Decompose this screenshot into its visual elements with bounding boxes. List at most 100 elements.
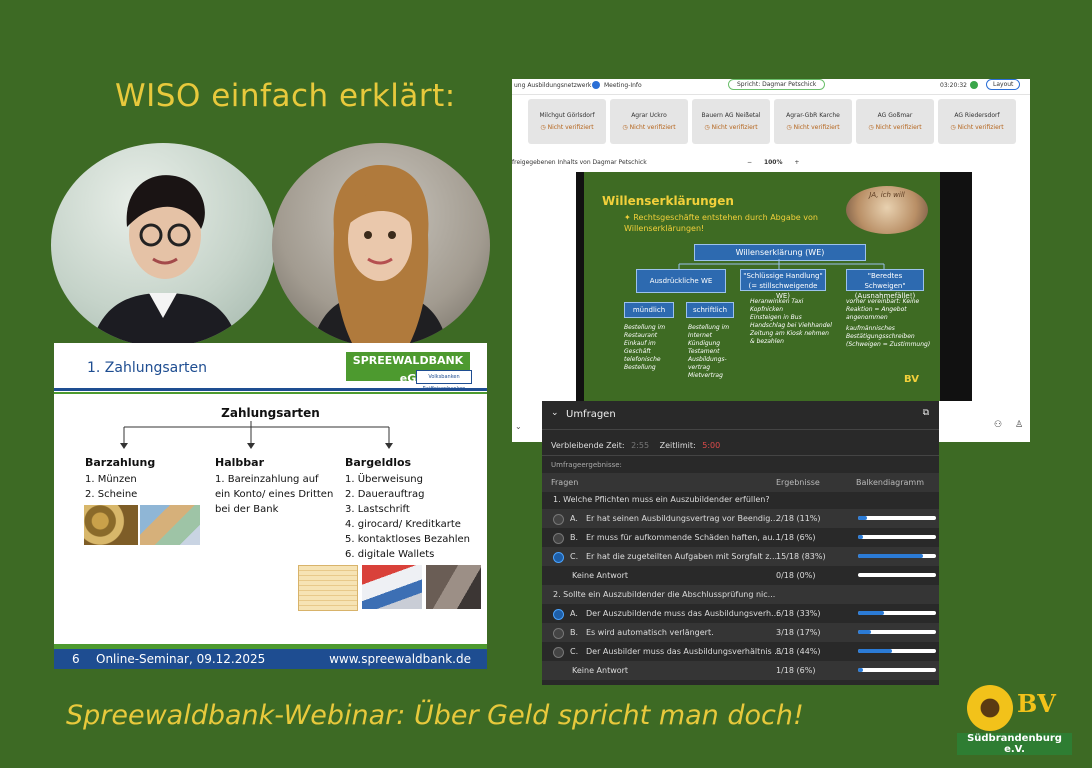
layout-button[interactable]: Layout <box>986 79 1021 90</box>
list-item: vorher vereinbart: Keine Reaktion = Ange… <box>846 298 920 321</box>
presenter-photo-2 <box>272 143 490 347</box>
clock-icon: ◷ <box>950 124 958 131</box>
radio-button[interactable] <box>553 514 564 525</box>
participant-name: Agrar-GbR Karche <box>786 112 840 119</box>
list-item: kaufmännisches Bestätigungsschreiben (Sc… <box>846 325 931 348</box>
meeting-info-button[interactable]: Meeting-Info <box>604 82 642 89</box>
participant-tile[interactable]: Agrar Uckro ◷ Nicht verifiziert <box>610 99 688 144</box>
bv-logo-small: BV <box>904 374 919 385</box>
list-item: 1. Münzen <box>85 474 137 485</box>
list-item: 1. Überweisung <box>345 474 423 485</box>
answer-result: 2/18 (11%) <box>776 514 821 523</box>
column-bargeldlos: Bargeldlos 1. Überweisung 2. Dauerauftra… <box>345 455 470 562</box>
participant-name: Milchgut Görlsdorf <box>539 112 595 119</box>
answer-result: 1/18 (6%) <box>776 666 816 675</box>
divider <box>542 455 939 456</box>
slide-zahlungsarten: 1. Zahlungsarten SPREEWALDBANK eG Volksb… <box>54 343 487 669</box>
verification-status: ◷ Nicht verifiziert <box>868 124 922 131</box>
answer-text: Er hat seinen Ausbildungsvertrag vor Bee… <box>586 514 778 523</box>
list-item: Heranwinken Taxi <box>750 298 804 305</box>
written-box: schriftlich <box>686 302 734 318</box>
presenter-photo-1 <box>51 143 275 347</box>
participant-tile[interactable]: AG Goßmar ◷ Nicht verifiziert <box>856 99 934 144</box>
shared-content-label: freigegebenen Inhalts von Dagmar Petschi… <box>512 159 647 166</box>
verification-status: ◷ Nicht verifiziert <box>704 124 758 131</box>
chevron-down-icon[interactable]: ⌄ <box>515 422 522 431</box>
answer-text: Keine Antwort <box>572 571 629 580</box>
participant-name: Agrar Uckro <box>631 112 667 119</box>
answer-text: Keine Antwort <box>572 666 629 675</box>
participant-tile[interactable]: Agrar-GbR Karche ◷ Nicht verifiziert <box>774 99 852 144</box>
divider <box>542 429 939 430</box>
answer-row[interactable]: B. Er muss für aufkommende Schäden hafte… <box>542 528 939 547</box>
list-item: Handschlag bei Viehhandel <box>750 322 832 329</box>
question-row: 2. Sollte ein Auszubildender die Abschlu… <box>542 585 939 604</box>
list-item: 2. Scheine <box>85 489 138 500</box>
handshake-image: JA, ich will <box>846 186 928 234</box>
answer-row: Keine Antwort 0/18 (0%) <box>542 566 939 585</box>
meeting-top-bar: ung Ausbildungsnetzwerk Meeting-Info Spr… <box>512 79 1030 95</box>
zoom-in-button[interactable]: + <box>794 159 799 166</box>
collapse-chevron-icon[interactable]: ⌄ <box>551 408 559 418</box>
timer-row: Verbleibende Zeit: 2:55 Zeitlimit: 5:00 <box>551 441 720 450</box>
list-item: 5. kontaktloses Bezahlen <box>345 534 471 545</box>
list-item: 3. Lastschrift <box>345 504 410 515</box>
event-label: Online-Seminar, 09.12.2025 <box>96 652 266 666</box>
verification-status: ◷ Nicht verifiziert <box>950 124 1004 131</box>
answer-row[interactable]: A. Der Auszubildende muss das Ausbildung… <box>542 604 939 623</box>
answer-row[interactable]: B. Es wird automatisch verlängert. 3/18 … <box>542 623 939 642</box>
shared-slide: Willenserklärungen ✦ Rechtsgeschäfte ent… <box>576 172 972 401</box>
zoom-out-button[interactable]: − <box>747 159 752 166</box>
column-title: Barzahlung <box>85 456 156 469</box>
result-bar <box>858 573 936 577</box>
person-icon[interactable]: ♙ <box>1015 420 1023 430</box>
participant-tile[interactable]: Bauern AG Neißetal ◷ Nicht verifiziert <box>692 99 770 144</box>
answer-result: 0/18 (0%) <box>776 571 816 580</box>
answer-row[interactable]: C. Er hat die zugeteilten Aufgaben mit S… <box>542 547 939 566</box>
radio-button[interactable] <box>553 533 564 544</box>
participant-tile[interactable]: AG Riedersdorf ◷ Nicht verifiziert <box>938 99 1016 144</box>
divider-green <box>54 392 487 394</box>
bank-logo-sub: Volksbanken Raiffeisenbanken <box>416 370 472 392</box>
coins-image <box>84 505 138 545</box>
radio-button[interactable] <box>553 628 564 639</box>
answer-row[interactable]: C. Der Ausbilder muss das Ausbildungsver… <box>542 642 939 661</box>
radio-button[interactable] <box>553 647 564 658</box>
slide-number: 6 <box>72 652 80 666</box>
participants-icon[interactable]: ⚇ <box>994 420 1002 430</box>
silence-list: vorher vereinbart: Keine Reaktion = Ange… <box>846 298 936 349</box>
answer-row: Keine Antwort 1/18 (6%) <box>542 661 939 680</box>
popout-icon[interactable]: ⧉ <box>923 408 929 418</box>
polls-header: ⌄ Umfragen ⧉ <box>542 401 939 429</box>
contactless-payment-image <box>426 565 481 609</box>
question-row: 1. Welche Pflichten muss ein Auszubilden… <box>542 490 939 509</box>
list-item: 6. digitale Wallets <box>345 549 435 560</box>
transfer-form-image <box>298 565 358 611</box>
clock-icon: ◷ <box>786 124 794 131</box>
radio-button-selected[interactable] <box>553 552 564 563</box>
answer-letter: B. <box>570 533 579 542</box>
list-item: Zeitung am Kiosk nehmen & bezahlen <box>750 330 829 345</box>
footer-title: Spreewaldbank-Webinar: Über Geld spricht… <box>66 700 804 731</box>
answer-result: 8/18 (44%) <box>776 647 821 656</box>
meeting-timer: 03:20:32 <box>940 82 967 89</box>
star-icon: ✦ <box>624 213 634 222</box>
radio-button-selected[interactable] <box>553 609 564 620</box>
list-item: Bestellung im Restaurant <box>624 324 666 339</box>
list-item: 4. girocard/ Kreditkarte <box>345 519 461 530</box>
answer-letter: A. <box>570 514 578 523</box>
remaining-label: Verbleibende Zeit: <box>551 441 625 450</box>
result-bar <box>858 516 936 520</box>
answer-row[interactable]: A. Er hat seinen Ausbildungsvertrag vor … <box>542 509 939 528</box>
participant-name: AG Riedersdorf <box>954 112 1000 119</box>
list-item: Mietvertrag <box>688 372 723 379</box>
answer-text: Er muss für aufkommende Schäden haften, … <box>586 533 781 542</box>
list-item: Testament <box>688 348 720 355</box>
verification-status: ◷ Nicht verifiziert <box>622 124 676 131</box>
list-item: bei der Bank <box>215 504 279 515</box>
list-item: 1. Bareinzahlung auf <box>215 474 319 485</box>
implicit-list: Heranwinken Taxi Kopfnicken Einsteigen i… <box>750 298 832 346</box>
meeting-window: ung Ausbildungsnetzwerk Meeting-Info Spr… <box>512 79 1030 442</box>
verification-status: ◷ Nicht verifiziert <box>786 124 840 131</box>
participant-tile[interactable]: Milchgut Görlsdorf ◷ Nicht verifiziert <box>528 99 606 144</box>
